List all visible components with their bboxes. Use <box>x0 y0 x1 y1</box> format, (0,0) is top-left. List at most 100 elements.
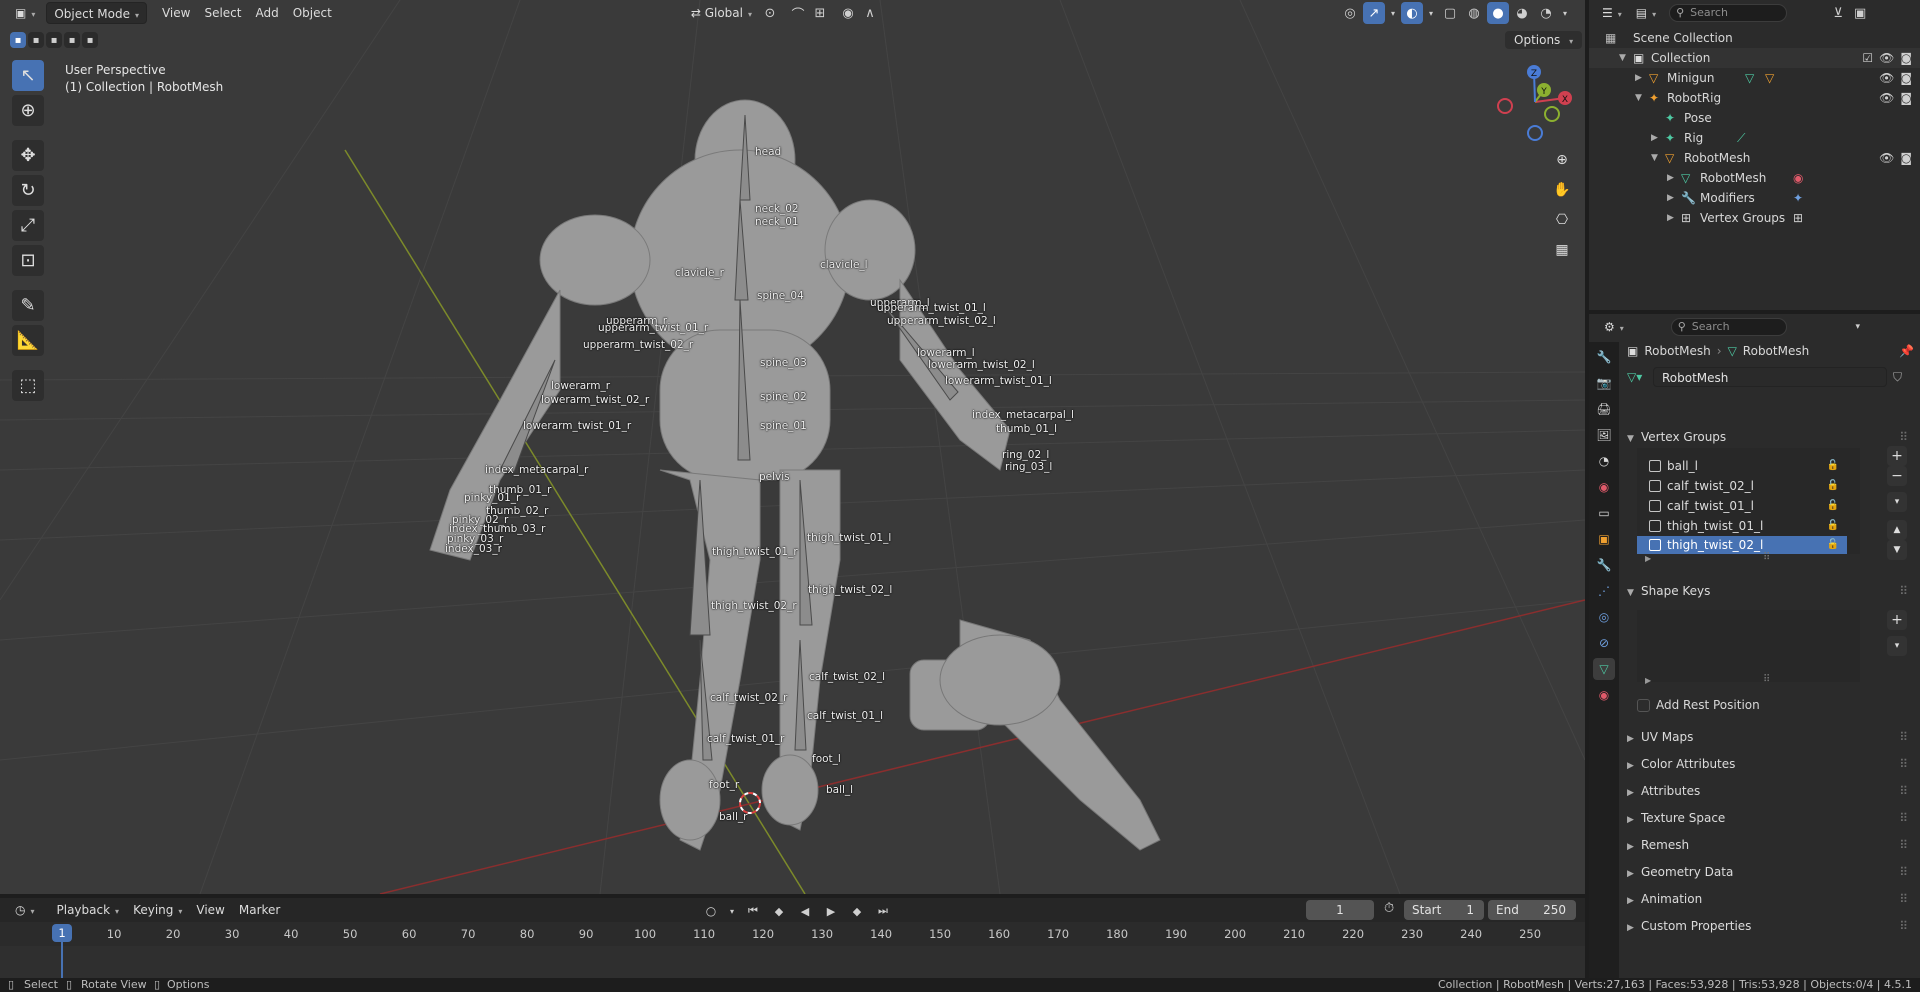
properties-editor[interactable]: ⚙▾ Search ▾ 🔧 📷 🖨 🖼 ◔ ◉ ▭ ▣ 🔧 ⋰ ◎ ⊘ ▽ ◉ … <box>1589 314 1920 978</box>
snap-target-icon[interactable]: ⊞ <box>809 2 831 24</box>
transform-tool-icon[interactable]: ⊡ <box>12 245 44 276</box>
color-attributes-panel-header[interactable]: ▶ Color Attributes ⠿ <box>1627 753 1912 775</box>
fake-user-shield-icon[interactable]: ⛉ <box>1893 370 1902 385</box>
list-resize-grip-icon[interactable]: ⠿ <box>1763 674 1770 685</box>
select-extend-icon[interactable]: ▪ <box>28 32 44 48</box>
overlay-menu-icon[interactable]: ▾ <box>1425 2 1437 24</box>
viewport-options-button[interactable]: Options ▾ <box>1505 31 1583 49</box>
gizmo-toggle-icon[interactable]: ↗ <box>1363 2 1385 24</box>
orientation-dropdown[interactable]: ⇄ Global ▾ <box>684 2 759 24</box>
lock-icon[interactable]: 🔓 <box>1827 516 1839 536</box>
visibility-icon[interactable]: ◎ <box>1339 2 1361 24</box>
gizmo-menu-icon[interactable]: ▾ <box>1387 2 1399 24</box>
cursor-tool-icon[interactable]: ⊕ <box>12 95 44 126</box>
current-frame-field[interactable]: 1 <box>1306 900 1374 920</box>
checkbox-icon[interactable]: ☑ <box>1862 48 1873 68</box>
playhead-frame-indicator[interactable]: 1 <box>52 924 72 942</box>
zoom-icon[interactable]: ⊕ <box>1550 148 1574 172</box>
camera-icon[interactable]: ◙ <box>1900 88 1912 108</box>
jump-end-icon[interactable]: ⏭ <box>872 900 894 922</box>
outliner-row-robotmesh-object[interactable]: ▼ ▽ RobotMesh 👁 ◙ <box>1589 148 1920 168</box>
properties-options-icon[interactable]: ▾ <box>1847 316 1869 338</box>
auto-keying-icon[interactable]: ○ <box>700 900 722 922</box>
vertex-group-item[interactable]: ball_l 🔓 <box>1637 456 1847 476</box>
outliner-row-modifiers[interactable]: ▶ 🔧 Modifiers ✦ <box>1589 188 1920 208</box>
filter-icon[interactable]: ⊻ <box>1827 2 1849 24</box>
eye-icon[interactable]: 👁 <box>1879 148 1894 168</box>
uv-maps-panel-header[interactable]: ▶ UV Maps ⠿ <box>1627 726 1912 748</box>
lock-icon[interactable]: 🔓 <box>1827 456 1839 476</box>
list-filter-expand-icon[interactable]: ▶ <box>1645 676 1651 685</box>
outliner-row-pose[interactable]: ✦ Pose <box>1589 108 1920 128</box>
remove-vertex-group-button[interactable]: − <box>1887 466 1907 486</box>
jump-start-icon[interactable]: ⏮ <box>742 900 764 922</box>
vertex-group-item-selected[interactable]: thigh_twist_02_l 🔓 <box>1637 536 1847 554</box>
attributes-panel-header[interactable]: ▶ Attributes ⠿ <box>1627 780 1912 802</box>
next-keyframe-icon[interactable]: ◆ <box>846 900 868 922</box>
wireframe-shading-icon[interactable]: ◍ <box>1463 2 1485 24</box>
vertex-group-specials-button[interactable]: ▾ <box>1887 492 1907 512</box>
editor-type-button[interactable]: ▣ ▾ <box>8 2 42 24</box>
add-shape-key-button[interactable]: + <box>1887 610 1907 630</box>
properties-search-input[interactable]: Search <box>1670 318 1787 336</box>
material-tab-icon[interactable]: ◉ <box>1593 684 1615 706</box>
new-collection-icon[interactable]: ▣ <box>1849 2 1871 24</box>
outliner-row-robotrig[interactable]: ▼ ✦ RobotRig 👁 ◙ <box>1589 88 1920 108</box>
world-tab-icon[interactable]: ◉ <box>1593 476 1615 498</box>
menu-timeline-view[interactable]: View <box>189 899 231 921</box>
display-mode-icon[interactable]: ▤ ▾ <box>1629 2 1663 24</box>
list-resize-grip-icon[interactable]: ⠿ <box>1763 552 1770 563</box>
ortho-toggle-icon[interactable]: ▦ <box>1550 238 1574 262</box>
tool-tab-icon[interactable]: 🔧 <box>1593 346 1615 368</box>
mesh-name-field[interactable]: RobotMesh <box>1653 367 1887 387</box>
outliner-editor-type-icon[interactable]: ☰ ▾ <box>1595 2 1629 24</box>
xray-icon[interactable]: ▢ <box>1439 2 1461 24</box>
shading-menu-icon[interactable]: ▾ <box>1559 2 1571 24</box>
end-frame-field[interactable]: End 250 <box>1488 900 1576 920</box>
rendered-shading-icon[interactable]: ◔ <box>1535 2 1557 24</box>
outliner-row-vertex-groups[interactable]: ▶ ⊞ Vertex Groups ⊞ <box>1589 208 1920 228</box>
vertex-group-item[interactable]: calf_twist_01_l 🔓 <box>1637 496 1847 516</box>
pin-icon[interactable]: 📌 <box>1899 344 1914 358</box>
camera-view-icon[interactable]: ⎔ <box>1550 208 1574 232</box>
menu-select[interactable]: Select <box>197 2 248 24</box>
lock-icon[interactable]: 🔓 <box>1827 496 1839 516</box>
modifier-tab-icon[interactable]: 🔧 <box>1593 554 1615 576</box>
camera-icon[interactable]: ◙ <box>1900 48 1912 68</box>
animation-panel-header[interactable]: ▶ Animation ⠿ <box>1627 888 1912 910</box>
add-vertex-group-button[interactable]: + <box>1887 446 1907 466</box>
mode-dropdown[interactable]: Object Mode ▾ <box>46 2 147 24</box>
lock-icon[interactable]: 🔓 <box>1827 536 1839 554</box>
menu-playback[interactable]: Playback ▾ <box>50 899 127 921</box>
menu-view[interactable]: View <box>155 2 197 24</box>
select-box-tool-icon[interactable]: ↖ <box>12 60 44 91</box>
texture-space-panel-header[interactable]: ▶ Texture Space ⠿ <box>1627 807 1912 829</box>
timeline-editor-type-icon[interactable]: ◷ ▾ <box>8 899 42 921</box>
keying-set-menu-icon[interactable]: ▾ <box>726 900 738 922</box>
select-subtract-icon[interactable]: ▪ <box>46 32 62 48</box>
navigation-gizmo[interactable]: X Y Z <box>1495 62 1575 142</box>
geometry-data-panel-header[interactable]: ▶ Geometry Data ⠿ <box>1627 861 1912 883</box>
rotate-tool-icon[interactable]: ↻ <box>12 175 44 206</box>
vertex-group-item[interactable]: thigh_twist_01_l 🔓 <box>1637 516 1847 536</box>
eye-icon[interactable]: 👁 <box>1879 88 1894 108</box>
select-invert-icon[interactable]: ▪ <box>64 32 80 48</box>
output-tab-icon[interactable]: 🖨 <box>1593 398 1615 420</box>
scale-tool-icon[interactable]: ⤢ <box>12 210 44 241</box>
play-icon[interactable]: ▶ <box>820 900 842 922</box>
solid-shading-icon[interactable]: ● <box>1487 2 1509 24</box>
lock-icon[interactable]: 🔓 <box>1827 476 1839 496</box>
outliner-row-rig[interactable]: ▶ ✦ Rig ⟋ <box>1589 128 1920 148</box>
3d-viewport[interactable]: ▣ ▾ Object Mode ▾ View Select Add Object ⇄… <box>0 0 1585 894</box>
eye-icon[interactable]: 👁 <box>1879 68 1894 88</box>
outliner-row-scene-collection[interactable]: ▦ Scene Collection <box>1589 28 1920 48</box>
outliner-row-robotmesh-data[interactable]: ▶ ▽ RobotMesh ◉ <box>1589 168 1920 188</box>
add-cube-tool-icon[interactable]: ⬚ <box>12 370 44 401</box>
measure-tool-icon[interactable]: 📐 <box>12 325 44 356</box>
add-rest-position-checkbox[interactable] <box>1637 698 1650 712</box>
pan-hand-icon[interactable]: ✋ <box>1550 178 1574 202</box>
play-reverse-icon[interactable]: ◀ <box>794 900 816 922</box>
outliner-row-collection[interactable]: ▼ ▣ Collection ☑ 👁 ◙ <box>1589 48 1920 68</box>
pivot-icon[interactable]: ⊙ <box>759 2 781 24</box>
render-tab-icon[interactable]: 📷 <box>1593 372 1615 394</box>
